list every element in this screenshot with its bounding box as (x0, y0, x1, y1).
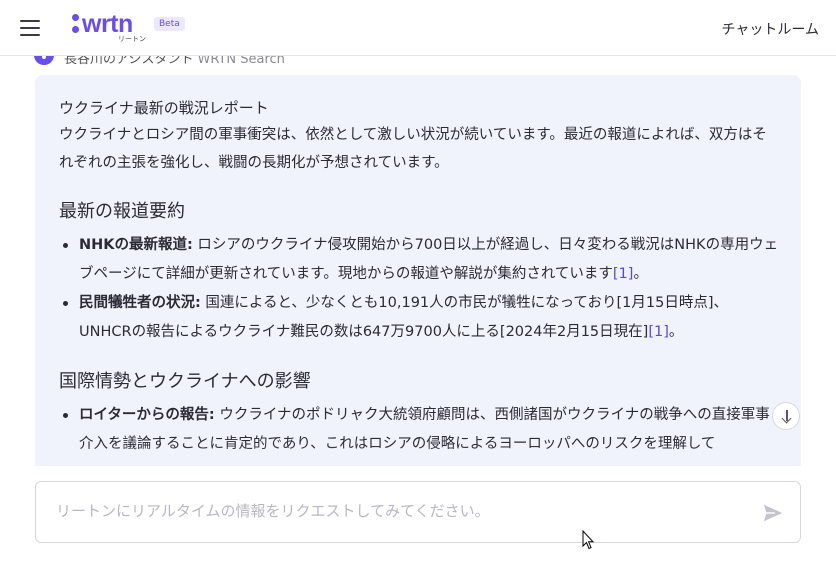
bullet-label: NHKの最新報道: (79, 237, 193, 253)
bullet-label: 民間犠牲者の状況: (79, 295, 201, 311)
logo-subtitle: リートン (118, 35, 146, 43)
list-item: 民間犠牲者の状況: 国連によると、少なくとも10,191人の市民が犠牲になってお… (59, 289, 779, 347)
answer-content: ウクライナ最新の戦況レポート ウクライナとロシア間の軍事衝突は、依然として激しい… (59, 97, 779, 459)
section-heading-summary: 最新の報道要約 (59, 201, 185, 222)
hamburger-menu-icon[interactable] (20, 20, 40, 36)
report-title: ウクライナ最新の戦況レポート (59, 99, 269, 117)
answer-card: ウクライナ最新の戦況レポート ウクライナとロシア間の軍事衝突は、依然として激しい… (35, 75, 801, 475)
list-item: NHKの最新報道: ロシアのウクライナ侵攻開始から700日以上が経過し、日々変わ… (59, 231, 779, 289)
report-intro: ウクライナとロシア間の軍事衝突は、依然として激しい状況が続いています。最近の報道… (59, 127, 767, 171)
bullet-tail: 。 (633, 266, 648, 282)
logo-mark-icon (72, 14, 79, 34)
citation-link[interactable]: [1] (648, 324, 669, 340)
message-input[interactable] (56, 500, 736, 526)
send-icon[interactable] (762, 502, 784, 524)
mouse-cursor-icon (582, 530, 594, 550)
bullet-label: ロイターからの報告: (79, 407, 215, 423)
input-area (0, 466, 836, 563)
citation-link[interactable]: [1] (613, 266, 634, 282)
section-heading-international: 国際情勢とウクライナへの影響 (59, 371, 311, 392)
summary-list: NHKの最新報道: ロシアのウクライナ侵攻開始から700日以上が経過し、日々変わ… (59, 231, 779, 347)
beta-badge: Beta (154, 17, 185, 31)
chatroom-link[interactable]: チャットルーム (722, 19, 819, 39)
scroll-down-icon[interactable] (772, 402, 800, 430)
message-input-box[interactable] (35, 481, 801, 543)
top-header: wrtn リートン Beta チャットルーム (0, 0, 836, 56)
bullet-tail: 。 (668, 324, 684, 340)
